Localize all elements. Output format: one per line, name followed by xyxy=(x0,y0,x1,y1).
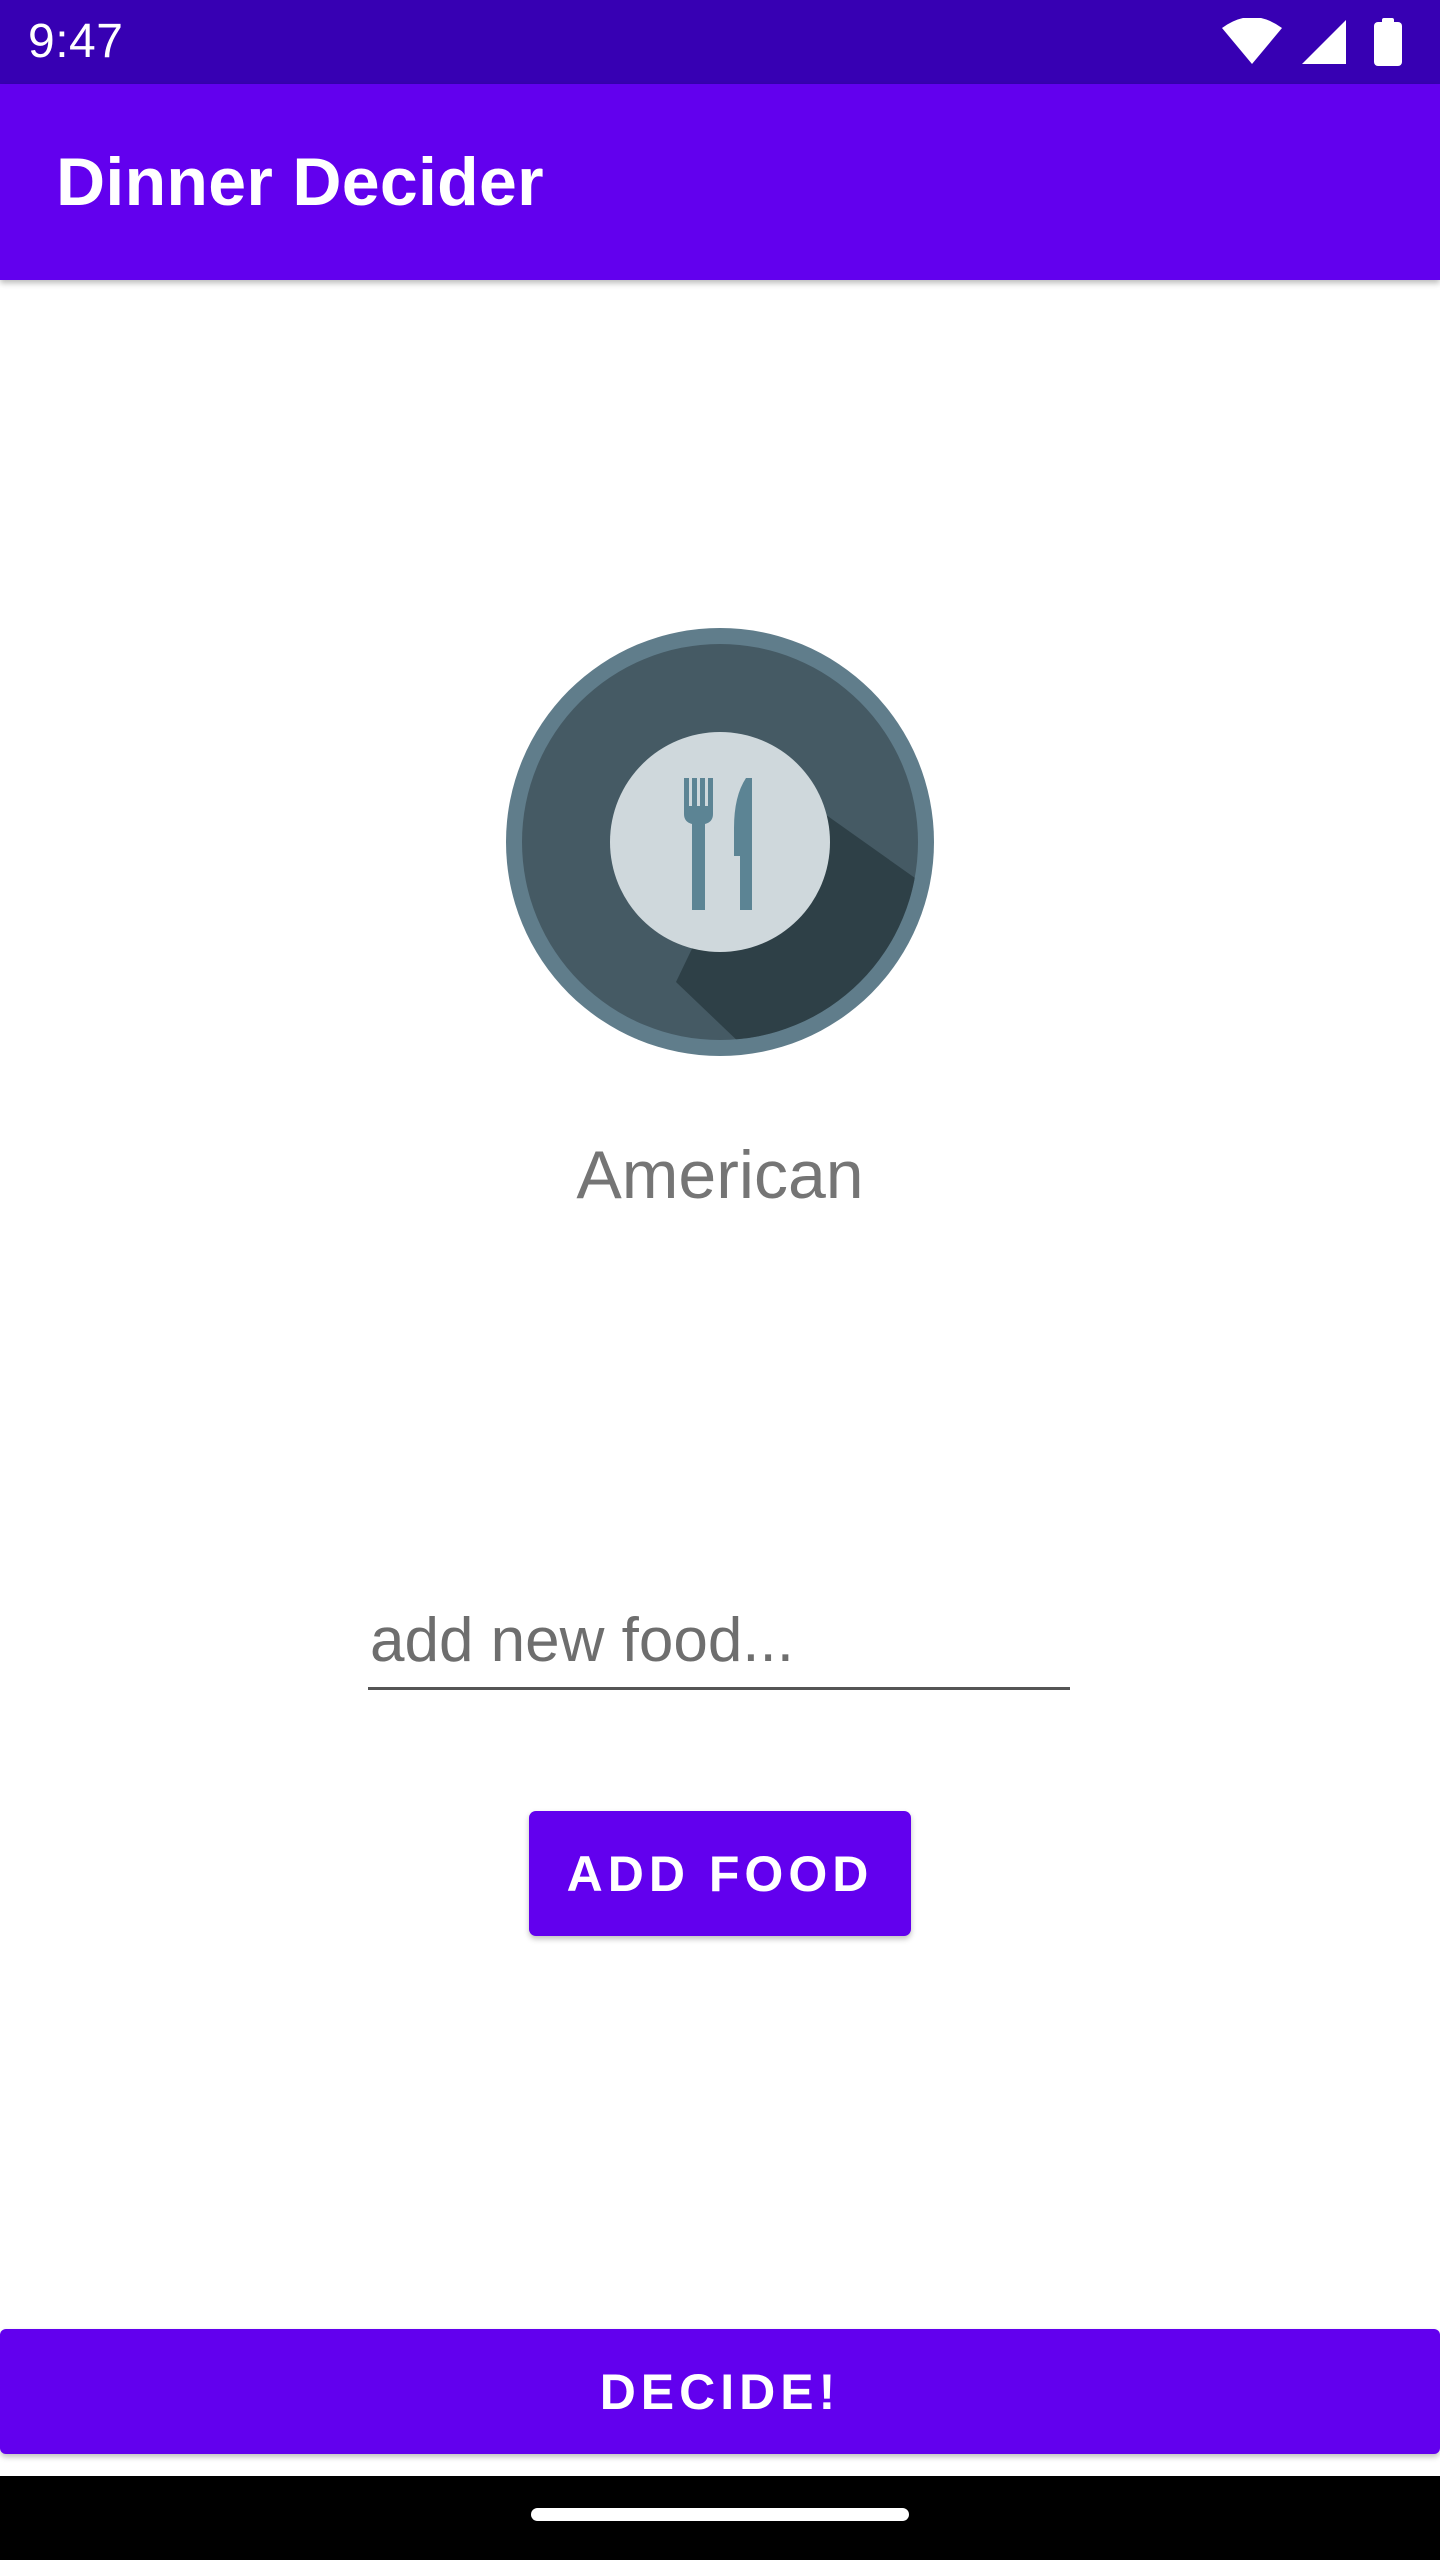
signal-icon xyxy=(1302,20,1346,64)
app-bar: Dinner Decider xyxy=(0,84,1440,280)
battery-icon xyxy=(1374,18,1402,66)
app-title: Dinner Decider xyxy=(56,144,544,220)
selected-food-label: American xyxy=(576,1137,864,1213)
status-time: 9:47 xyxy=(28,15,124,68)
status-bar: 9:47 xyxy=(0,0,1440,84)
navigation-bar xyxy=(0,2476,1440,2560)
plate-fork-knife-icon xyxy=(506,628,934,1056)
home-gesture-handle[interactable] xyxy=(531,2508,909,2521)
add-food-button[interactable]: ADD FOOD xyxy=(529,1811,911,1936)
wifi-icon xyxy=(1222,18,1282,64)
decide-button[interactable]: DECIDE! xyxy=(0,2329,1440,2454)
add-food-input[interactable] xyxy=(368,1594,1070,1690)
